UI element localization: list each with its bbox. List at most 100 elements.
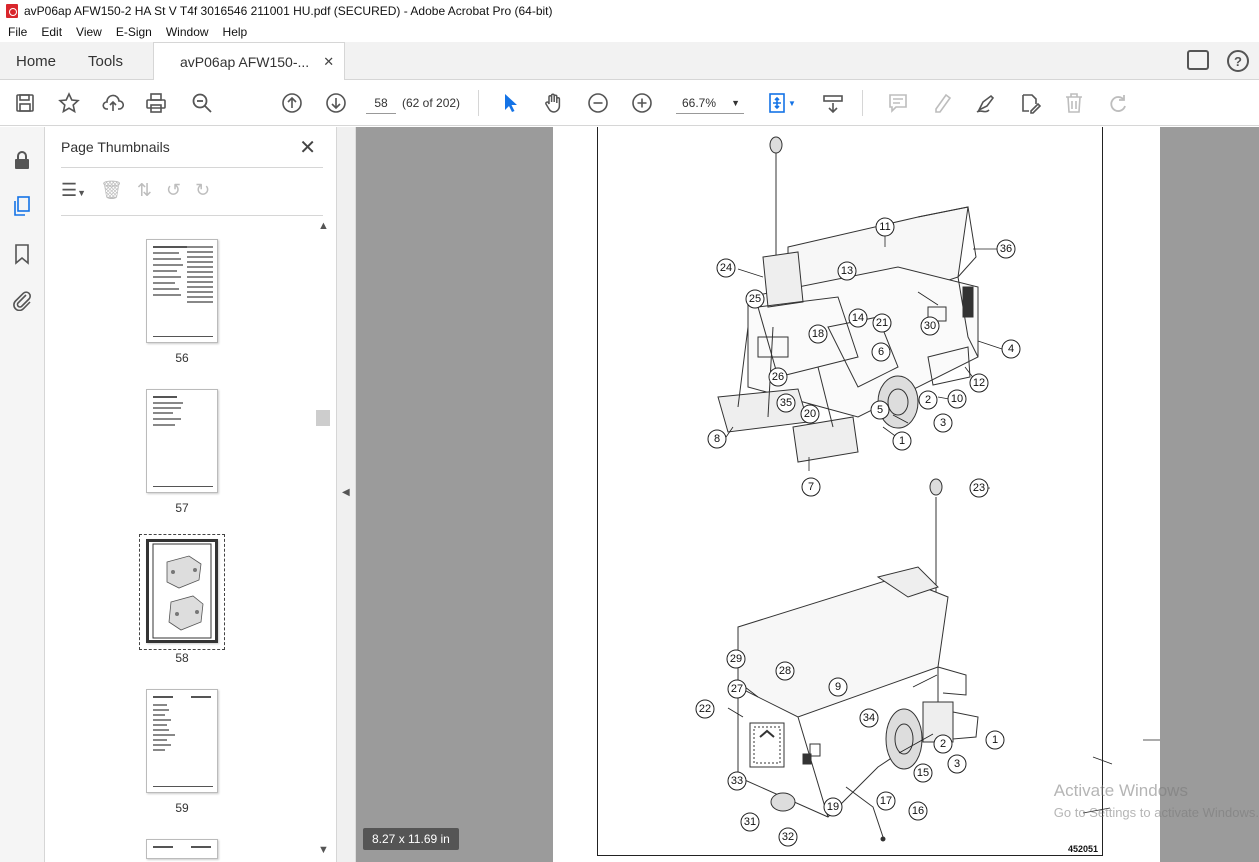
lock-icon[interactable] [11,149,33,171]
callout-9: 9 [828,677,848,697]
delete-icon[interactable] [1062,91,1086,115]
callout-1-bottom: 1 [985,730,1005,750]
zoom-level-select[interactable]: 66.7% ▼ [676,92,744,114]
menu-view[interactable]: View [76,25,102,39]
tab-tools[interactable]: Tools [88,42,123,80]
hand-tool-icon[interactable] [542,91,566,115]
page-thumbnail[interactable] [146,239,218,343]
svg-text:12: 12 [973,377,985,389]
rotate-right-icon[interactable]: ↻ [195,180,210,201]
svg-text:18: 18 [812,328,824,340]
thumbnail-options-icon[interactable]: ☰▼ [61,180,86,201]
page-thumbnail-selected[interactable] [146,539,218,643]
highlight-pen-icon[interactable] [930,91,954,115]
close-icon[interactable]: ✕ [299,135,316,160]
svg-text:24: 24 [720,262,732,274]
delete-page-icon[interactable]: 🗑 [100,180,123,201]
svg-text:2: 2 [940,738,946,750]
upload-cloud-icon[interactable] [101,91,125,115]
page-thumbnails-panel: Page Thumbnails ✕ ☰▼ 🗑 ⇅ ↺ ↻ 56 57 58 59… [45,127,337,862]
document-viewer[interactable]: 452051 11 36 24 13 25 14 21 30 4 18 6 12… [356,127,1259,862]
svg-text:20: 20 [804,408,816,420]
thumbnail-scrollbar[interactable]: ▲ ▼ [316,220,330,856]
callout-35: 35 [776,393,796,413]
print-icon[interactable] [144,91,168,115]
callouts-bottom: 23 29 28 9 27 22 34 1 2 3 15 33 17 16 19… [695,478,1005,847]
divider [61,215,323,216]
tab-home[interactable]: Home [16,42,56,80]
svg-text:22: 22 [699,703,711,715]
svg-text:34: 34 [863,712,875,724]
next-page-icon[interactable] [324,91,348,115]
fit-page-dropdown-icon[interactable]: ▼ [786,91,798,115]
page-thumbnails-icon[interactable] [11,195,33,217]
panel-collapse-handle[interactable]: ◀ [337,127,356,862]
callout-36: 36 [996,239,1016,259]
menu-window[interactable]: Window [166,25,209,39]
callout-34: 34 [859,708,879,728]
callout-layer: 11 36 24 13 25 14 21 30 4 18 6 12 26 2 1… [695,217,1160,847]
page-thumbnail[interactable] [146,389,218,493]
scrollbar-thumb[interactable] [316,410,330,426]
svg-text:30: 30 [924,320,936,332]
previous-page-icon[interactable] [280,91,304,115]
callout-33: 33 [727,771,747,791]
svg-text:1: 1 [899,435,905,447]
sign-pen-icon[interactable] [974,91,998,115]
callout-18: 18 [808,324,828,344]
attachment-icon[interactable] [11,289,33,312]
svg-text:16: 16 [912,805,924,817]
chevron-down-icon: ▼ [731,98,740,108]
callout-30: 30 [920,316,940,336]
page-thumbnail[interactable] [146,689,218,793]
menu-file[interactable]: File [8,25,27,39]
callout-10: 10 [947,389,967,409]
thumbnail-label: 58 [175,651,189,665]
tab-close-icon[interactable]: ✕ [323,54,334,70]
bookmark-icon[interactable] [11,243,33,265]
callout-16: 16 [908,801,928,821]
toolbar-divider [862,90,863,116]
save-icon[interactable] [13,91,37,115]
page-thumbnail[interactable] [146,839,218,859]
tab-document[interactable]: avP06ap AFW150-... ✕ [153,42,346,81]
callout-3-top: 3 [933,413,953,433]
star-icon[interactable] [57,91,81,115]
zoom-in-icon[interactable] [630,91,654,115]
help-icon[interactable]: ? [1227,50,1249,72]
scroll-down-icon[interactable]: ▼ [318,844,329,856]
callout-20: 20 [800,404,820,424]
svg-text:17: 17 [880,795,892,807]
callout-7: 7 [801,477,821,497]
thumbnail-drawing [152,543,212,639]
svg-text:9: 9 [835,681,841,693]
svg-text:4: 4 [1008,343,1014,355]
svg-text:15: 15 [917,767,929,779]
menu-edit[interactable]: Edit [41,25,62,39]
share-screen-icon[interactable] [1187,50,1209,70]
redo-icon[interactable] [1106,91,1130,115]
callout-6: 6 [871,342,891,362]
select-pointer-icon[interactable] [498,91,522,115]
menu-help[interactable]: Help [223,25,248,39]
rotate-left-icon[interactable]: ↺ [166,180,181,201]
zoom-search-icon[interactable] [190,91,214,115]
svg-text:6: 6 [878,346,884,358]
edit-pdf-icon[interactable] [1018,91,1042,115]
scroll-up-icon[interactable]: ▲ [318,220,329,232]
window-title: avP06ap AFW150-2 HA St V T4f 3016546 211… [24,4,553,18]
left-rail [0,127,45,862]
extract-page-icon[interactable]: ⇅ [137,180,152,201]
scroll-mode-icon[interactable] [821,91,845,115]
svg-text:32: 32 [782,831,794,843]
menu-esign[interactable]: E-Sign [116,25,152,39]
divider [61,167,323,168]
svg-text:1: 1 [992,734,998,746]
svg-text:23: 23 [973,482,985,494]
zoom-out-icon[interactable] [586,91,610,115]
tab-document-label: avP06ap AFW150-... [180,54,310,70]
watermark-line-1: Activate Windows [1053,781,1188,800]
page-number-input[interactable]: 58 [366,92,396,114]
comment-icon[interactable] [886,91,910,115]
svg-text:2: 2 [925,394,931,406]
